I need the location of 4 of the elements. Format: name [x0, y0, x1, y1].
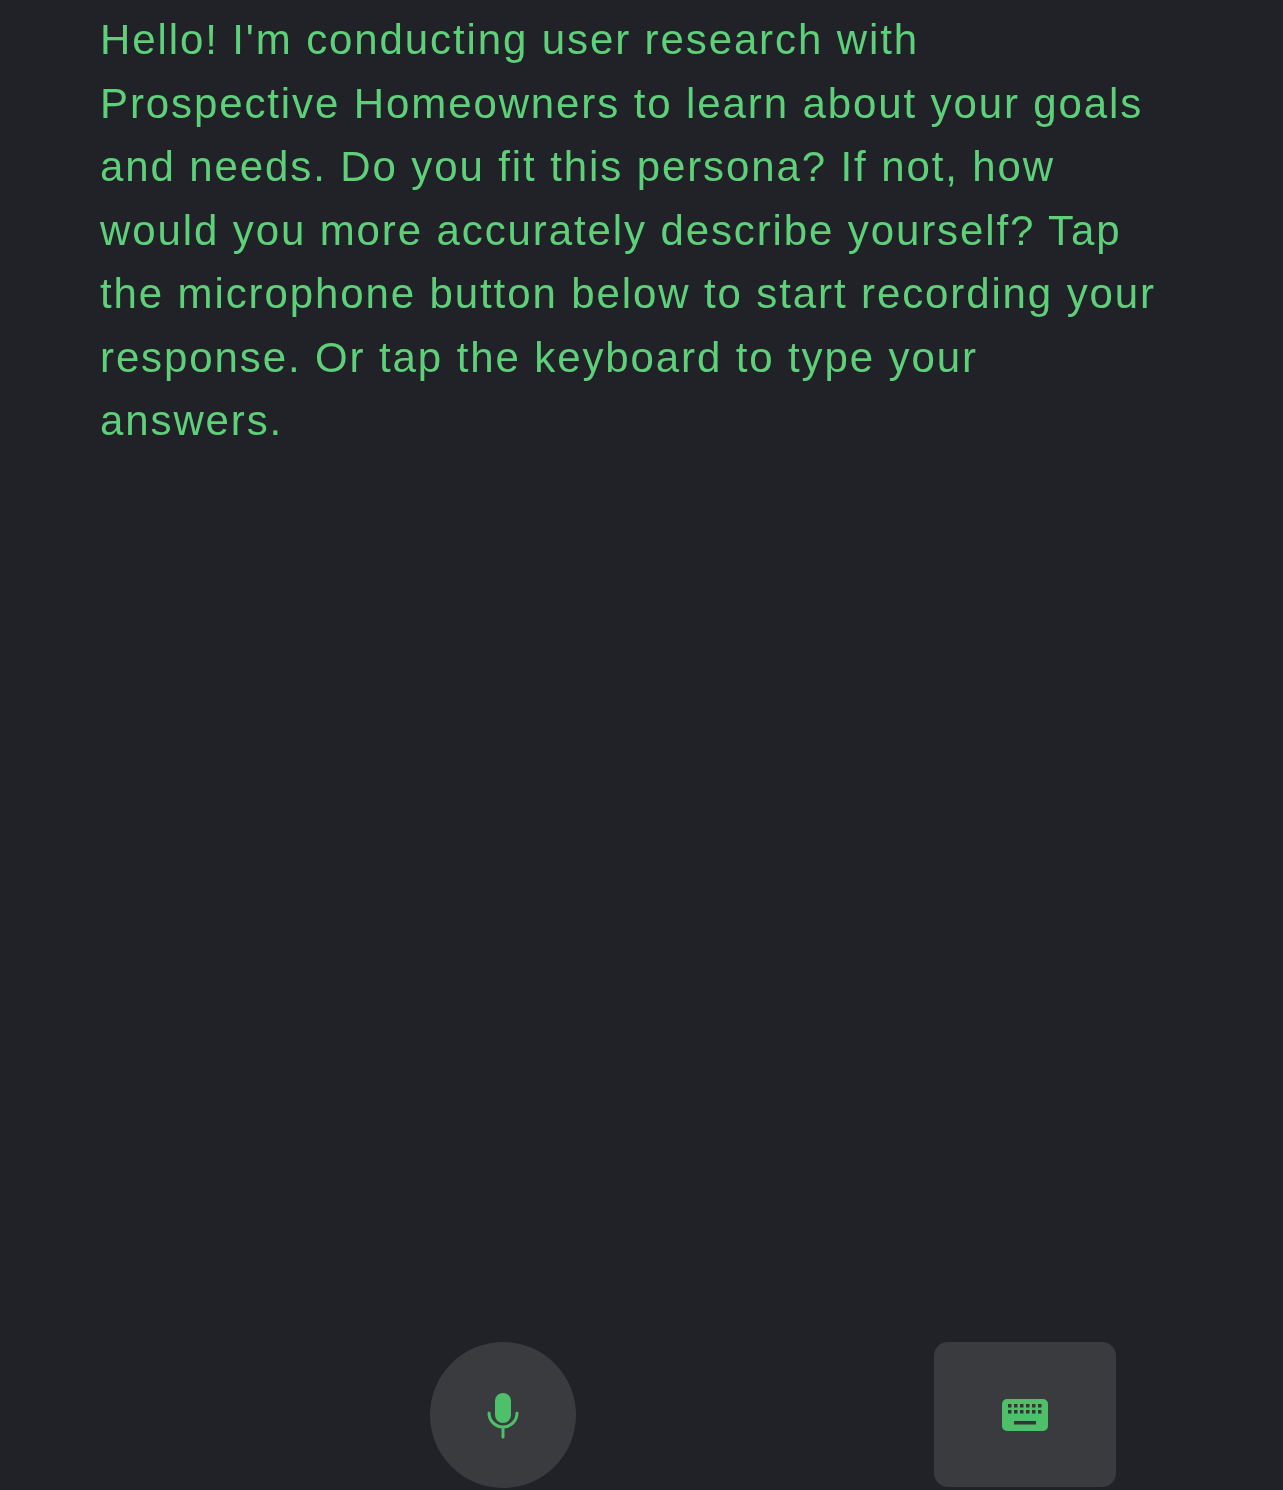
keyboard-button[interactable]: [934, 1342, 1116, 1487]
microphone-icon: [486, 1391, 520, 1439]
message-text: Hello! I'm conducting user research with Prospective Homeowners to learn about your goals and needs. Do you fit this persona? If not, how would you more accurately describe yourself? Tap the microphone button below to start recording your response. Or tap the keyboard to type your answers.: [99, 15, 1157, 446]
keyboard-icon: [1001, 1397, 1049, 1432]
